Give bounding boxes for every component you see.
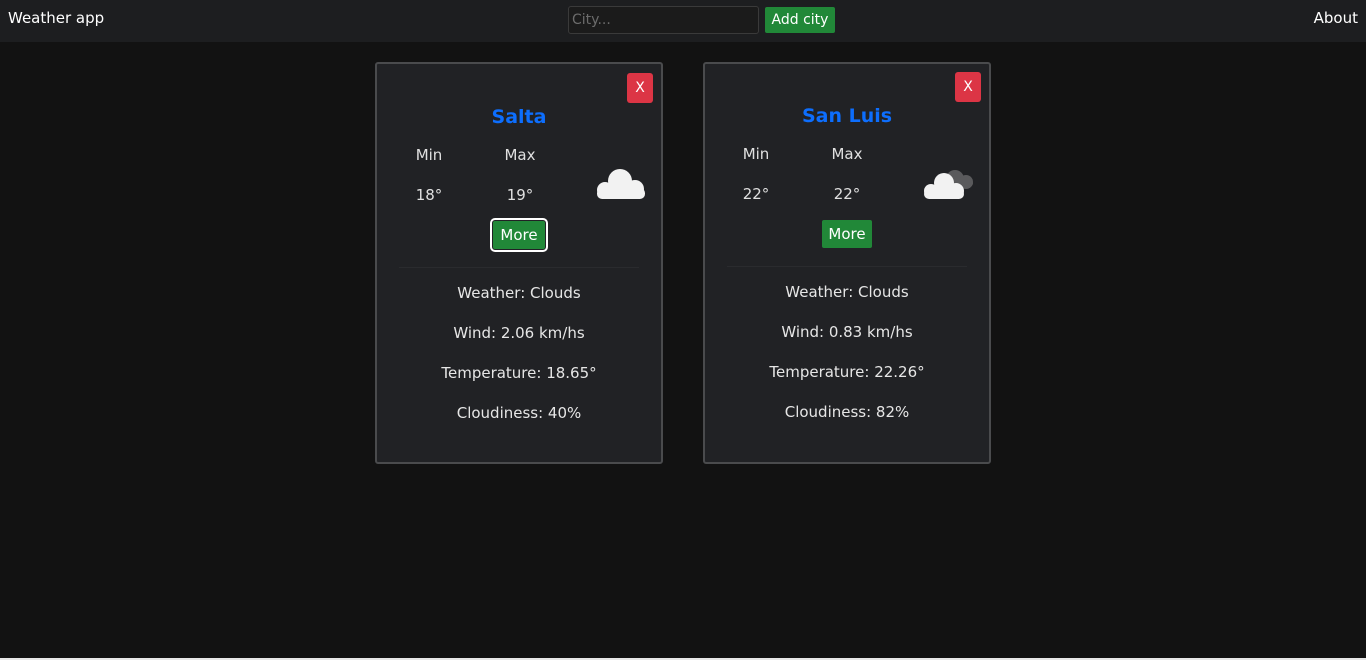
cloudiness-detail: Cloudiness: 40%	[456, 404, 582, 422]
min-label: Min	[742, 145, 770, 163]
city-input[interactable]	[568, 6, 759, 34]
divider	[399, 267, 639, 268]
min-label: Min	[415, 146, 443, 164]
temperature-detail: Temperature: 18.65°	[441, 364, 597, 382]
add-city-button[interactable]: Add city	[765, 7, 835, 33]
city-card-san-luis: X San Luis Min Max 22° 22° More Weather:…	[703, 62, 991, 464]
close-card-button[interactable]: X	[955, 72, 981, 102]
more-button[interactable]: More	[822, 220, 872, 248]
city-card-salta: X Salta Min Max 18° 19° More Weather: Cl…	[375, 62, 663, 464]
max-label: Max	[504, 146, 536, 164]
max-temp-value: 22°	[833, 185, 861, 203]
divider	[727, 266, 967, 267]
cloud-icon	[597, 169, 645, 199]
app-brand[interactable]: Weather app	[8, 9, 104, 27]
temperature-detail: Temperature: 22.26°	[769, 363, 925, 381]
min-temp-value: 18°	[415, 186, 443, 204]
wind-detail: Wind: 2.06 km/hs	[453, 324, 585, 342]
city-name: San Luis	[801, 105, 893, 127]
navbar: Weather app Add city About	[0, 0, 1366, 42]
wind-detail: Wind: 0.83 km/hs	[781, 323, 913, 341]
weather-detail: Weather: Clouds	[457, 284, 581, 302]
city-name: Salta	[491, 106, 547, 128]
max-label: Max	[831, 145, 863, 163]
broken-clouds-icon	[924, 170, 973, 199]
cloudiness-detail: Cloudiness: 82%	[784, 403, 910, 421]
weather-detail: Weather: Clouds	[785, 283, 909, 301]
close-card-button[interactable]: X	[627, 73, 653, 103]
min-temp-value: 22°	[742, 185, 770, 203]
more-button[interactable]: More	[490, 218, 548, 252]
max-temp-value: 19°	[506, 186, 534, 204]
about-link[interactable]: About	[1314, 9, 1358, 27]
